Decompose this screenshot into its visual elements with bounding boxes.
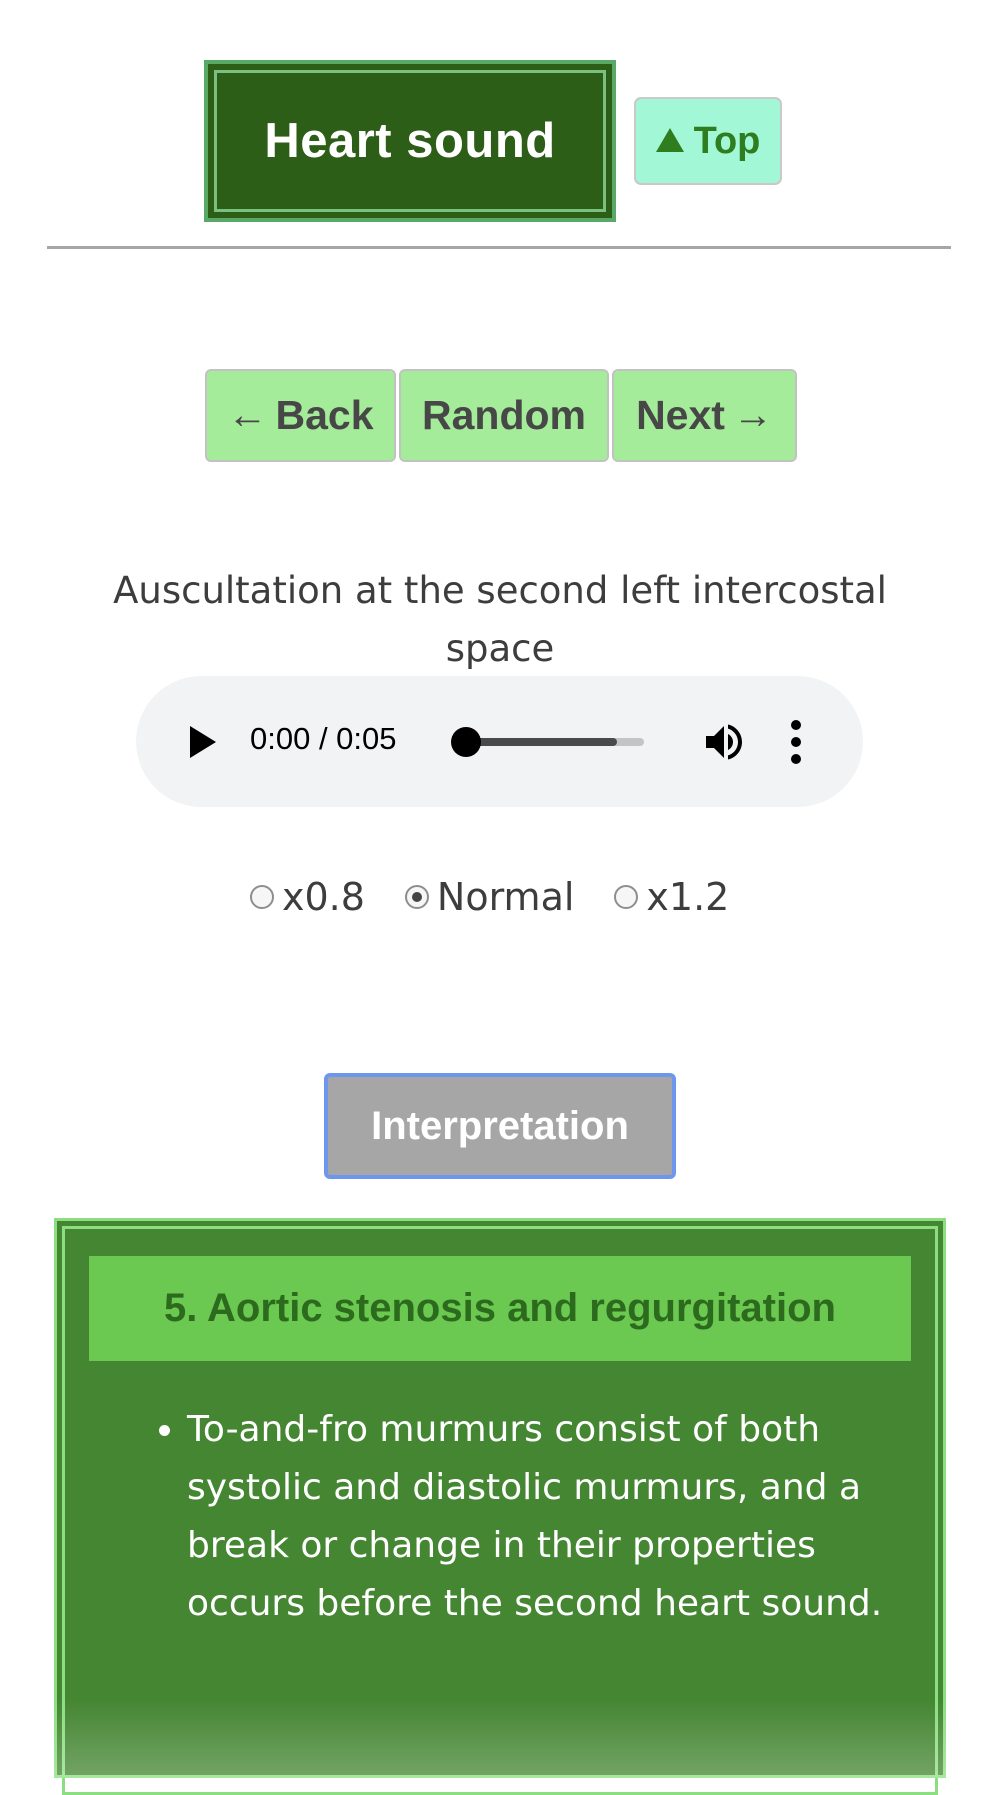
back-button-label: Back [275, 392, 374, 438]
next-button-label: Next [636, 392, 725, 438]
random-button-label: Random [422, 392, 586, 438]
speed-option-1.2[interactable]: x1.2 [614, 875, 729, 919]
arrow-right-icon: → [732, 393, 773, 437]
random-button[interactable]: Random [399, 369, 609, 462]
interpretation-list: To-and-fro murmurs consist of both systo… [147, 1401, 917, 1633]
triangle-up-icon [655, 128, 684, 152]
next-button[interactable]: Next → [612, 369, 797, 462]
top-button[interactable]: Top [634, 97, 782, 185]
interpretation-button-label: Interpretation [371, 1103, 629, 1148]
nav-button-group: ← Back Random Next → [205, 369, 797, 462]
speed-option-label: x1.2 [646, 875, 730, 919]
audio-time-display: 0:00 / 0:05 [250, 721, 397, 756]
top-button-label: Top [693, 119, 761, 162]
audio-progress-track[interactable] [466, 738, 644, 746]
page-title: Heart sound [264, 114, 556, 168]
interpretation-heading: 5. Aortic stenosis and regurgitation [89, 1256, 911, 1361]
interpretation-button[interactable]: Interpretation [324, 1073, 676, 1179]
more-vert-icon[interactable] [790, 719, 802, 765]
interpretation-panel: 5. Aortic stenosis and regurgitation To-… [54, 1218, 946, 1795]
audio-progress-thumb[interactable] [451, 727, 481, 757]
speed-option-label: x0.8 [282, 875, 365, 919]
page-title-box: Heart sound [204, 60, 616, 222]
header-divider [47, 246, 951, 249]
audio-caption: Auscultation at the second left intercos… [113, 569, 887, 670]
volume-icon[interactable] [700, 718, 748, 766]
radio-button[interactable] [404, 885, 429, 909]
speed-option-0.8[interactable]: x0.8 [250, 875, 365, 919]
list-item: To-and-fro murmurs consist of both systo… [187, 1401, 917, 1633]
back-button[interactable]: ← Back [205, 369, 396, 462]
speed-option-label: Normal [436, 875, 575, 919]
radio-button[interactable] [250, 885, 274, 909]
arrow-left-icon: ← [227, 393, 268, 437]
speed-radio-group: x0.8 Normal x1.2 [250, 870, 729, 924]
play-icon[interactable] [190, 726, 216, 758]
speed-option-normal[interactable]: Normal [404, 875, 575, 919]
radio-button[interactable] [614, 885, 639, 909]
audio-buffered-bar [466, 738, 617, 746]
